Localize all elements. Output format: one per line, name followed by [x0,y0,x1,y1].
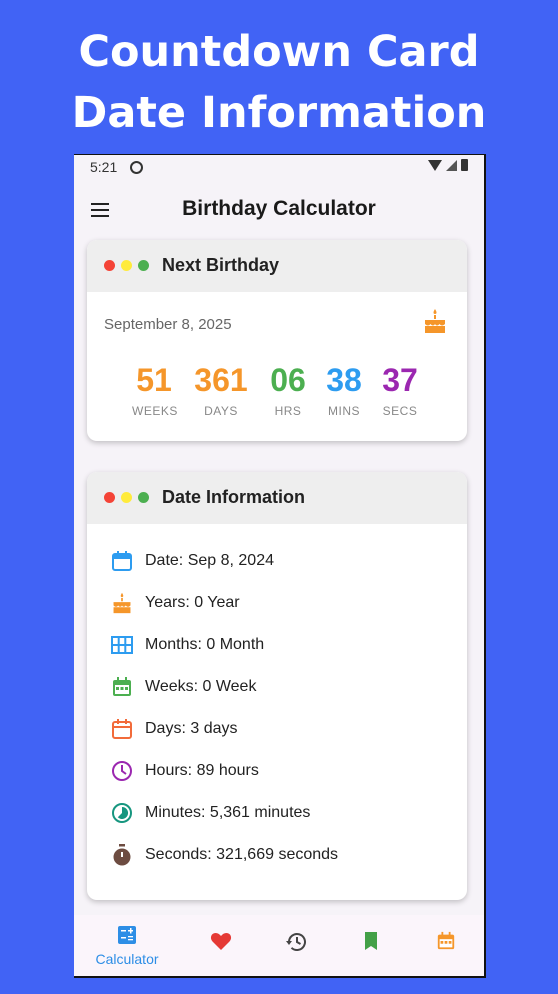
window-dots [104,260,149,271]
countdown-seconds-label: SECS [382,404,418,418]
heart-icon [210,932,232,955]
signal-icon [446,159,457,171]
bottom-nav: Calculator [74,915,484,976]
countdown-seconds: 37 SECS [378,362,422,418]
red-dot [104,260,115,271]
countdown-minutes-value: 38 [326,362,362,398]
countdown-minutes-label: MINS [328,404,360,418]
countdown-weeks-value: 51 [136,362,172,398]
status-time: 5:21 [90,159,118,175]
next-birthday-card: Next Birthday September 8, 2025 51 WEEKS… [87,240,467,441]
list-item: Weeks: 0 Week [110,674,256,700]
green-dot [138,260,149,271]
yellow-dot [121,260,132,271]
hours-text: Hours: 89 hours [145,762,259,779]
list-item: Months: 0 Month [110,632,264,658]
next-birthday-date: September 8, 2025 [104,316,232,333]
countdown-hours-value: 06 [270,362,306,398]
nav-item-calendar[interactable] [411,931,481,955]
green-dot [138,492,149,503]
countdown-hours: 06 HRS [266,362,310,418]
nav-item-calculator[interactable]: Calculator [92,925,162,967]
yellow-dot [121,492,132,503]
months-text: Months: 0 Month [145,636,265,653]
countdown-hours-label: HRS [274,404,302,418]
date-information-card: Date Information Date: Sep 8, 2024 Years… [87,472,467,900]
countdown-days-value: 361 [194,362,248,398]
grid-icon [110,633,134,657]
list-item: Minutes: 5,361 minutes [110,800,310,826]
days-text: Days: 3 days [145,720,238,737]
list-item: Years: 0 Year [110,590,240,616]
timer-icon [110,843,134,867]
date-information-title: Date Information [162,487,306,507]
nav-item-saved[interactable] [336,931,406,955]
minutes-text: Minutes: 5,361 minutes [145,804,311,821]
years-text: Years: 0 Year [145,594,240,611]
promo-title-line1: Countdown Card [78,27,480,77]
countdown-weeks-label: WEEKS [132,404,178,418]
red-dot [104,492,115,503]
history-icon [285,933,307,957]
nav-label-calculator: Calculator [95,951,159,967]
promo-title-line2: Date Information [71,88,487,138]
bookmark-icon [363,932,379,955]
countdown-weeks: 51 WEEKS [132,362,178,418]
app-title: Birthday Calculator [182,197,376,220]
promo-title: Countdown Card Date Information [0,22,558,144]
cake-icon [423,308,447,338]
list-item: Hours: 89 hours [110,758,259,784]
phone-screen: 5:21 Birthday Calculator Next Birthday S… [74,154,486,978]
notification-icon [130,161,143,174]
card-header: Next Birthday [87,240,467,292]
battery-icon [461,159,468,171]
seconds-text: Seconds: 321,669 seconds [145,846,339,863]
calendar-icon [110,549,134,573]
calculator-icon [117,926,137,949]
countdown-minutes: 38 MINS [322,362,366,418]
calendar-day-icon [110,717,134,741]
nav-item-favorites[interactable] [186,931,256,955]
card-header: Date Information [87,472,467,524]
cake-icon [110,591,134,615]
status-bar: 5:21 [74,155,484,181]
countdown-days: 361 DAYS [191,362,251,418]
timelapse-icon [110,801,134,825]
clock-icon [110,759,134,783]
wifi-icon [428,159,442,171]
countdown-days-label: DAYS [204,404,238,418]
nav-item-history[interactable] [261,931,331,957]
next-birthday-title: Next Birthday [162,255,280,275]
date-text: Date: Sep 8, 2024 [145,552,274,569]
window-dots [104,492,149,503]
calendar-week-icon [110,675,134,699]
list-item: Days: 3 days [110,716,237,742]
calendar-icon [436,931,456,955]
status-icons [428,159,468,171]
list-item: Date: Sep 8, 2024 [110,548,274,574]
list-item: Seconds: 321,669 seconds [110,842,338,868]
countdown-seconds-value: 37 [382,362,418,398]
app-bar: Birthday Calculator [74,185,484,237]
weeks-text: Weeks: 0 Week [145,678,257,695]
